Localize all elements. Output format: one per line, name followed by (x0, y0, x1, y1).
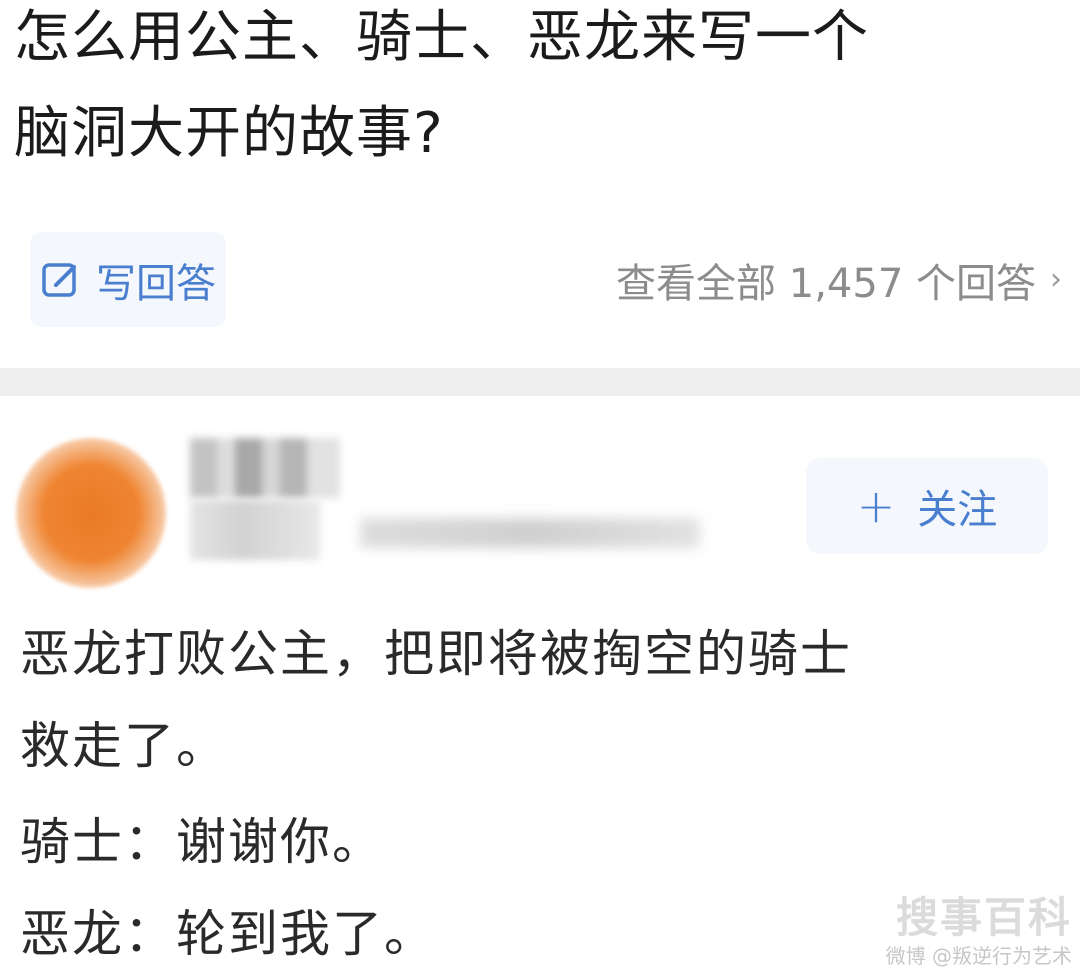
watermark-logo: 搜事百科 (895, 893, 1072, 942)
section-divider (0, 368, 1080, 396)
plus-icon: + (856, 479, 896, 533)
follow-button[interactable]: + 关注 (806, 458, 1048, 554)
avatar[interactable] (16, 438, 166, 588)
answer-line-2: 救走了。 (20, 717, 228, 775)
question-actions: 写回答 查看全部 1,457 个回答 › (0, 232, 1080, 327)
watermark: 搜事百科 微博 @叛逆行为艺术 (886, 893, 1072, 969)
question-title[interactable]: 怎么用公主、骑士、恶龙来写一个 脑洞大开的故事? (14, 0, 1074, 182)
question-line-1: 怎么用公主、骑士、恶龙来写一个 (14, 5, 869, 70)
view-all-answers-link[interactable]: 查看全部 1,457 个回答 › (616, 232, 1062, 327)
question-line-2: 脑洞大开的故事? (14, 101, 444, 166)
follow-label: 关注 (917, 487, 998, 533)
author-bio-blurred (360, 518, 700, 548)
write-answer-label: 写回答 (96, 260, 216, 307)
author-name-blurred[interactable] (190, 438, 340, 498)
answer-author-row: + 关注 (0, 420, 1080, 590)
write-answer-button[interactable]: 写回答 (30, 232, 226, 327)
answer-line-3: 骑士：谢谢你。 (20, 813, 384, 871)
answer-page: 怎么用公主、骑士、恶龙来写一个 脑洞大开的故事? 写回答 查看全部 1,457 … (0, 0, 1080, 973)
answer-line-1: 恶龙打败公主，把即将被掏空的骑士 (20, 625, 852, 683)
view-all-label: 查看全部 1,457 个回答 (616, 260, 1036, 307)
author-name-blurred-line-2 (190, 500, 320, 560)
watermark-credit: 微博 @叛逆行为艺术 (885, 944, 1072, 968)
chevron-right-icon: › (1050, 262, 1062, 297)
edit-icon (42, 262, 76, 297)
